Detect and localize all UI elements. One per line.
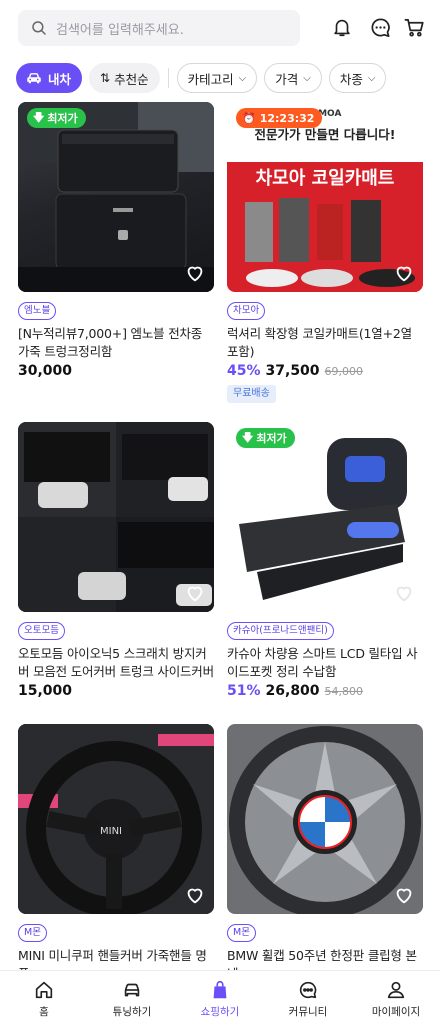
- lowest-price-label: 최저가: [256, 432, 287, 445]
- shop-tag[interactable]: 오토모듬: [18, 622, 65, 640]
- alarm-clock-icon: ⏰: [242, 111, 256, 125]
- product-card[interactable]: 오토모듬 오토모듬 아이오닉5 스크래치 방지커버 모음전 도어커버 트렁크 사…: [18, 422, 214, 699]
- price-row: 30,000: [18, 363, 214, 379]
- community-icon: [299, 981, 317, 999]
- discount-rate: 45%: [227, 363, 261, 379]
- nav-community-label: 커뮤니티: [288, 1006, 328, 1018]
- sort-arrows-icon: ⇅: [100, 71, 111, 85]
- product-title[interactable]: BMW 휠캡 50주년 한정판 클립형 본넷: [227, 947, 423, 970]
- shop-tag[interactable]: M몬: [227, 924, 256, 942]
- original-price: 69,000: [324, 365, 364, 378]
- car-icon: [27, 73, 41, 84]
- nav-mypage-label: 마이페이지: [371, 1006, 421, 1018]
- nav-tuning-label: 튜닝하기: [112, 1006, 152, 1018]
- product-image[interactable]: 🡇 최저가: [227, 422, 423, 612]
- heart-icon[interactable]: [184, 262, 206, 284]
- nav-tuning[interactable]: 튜닝하기: [88, 971, 176, 1022]
- price: 30,000: [18, 363, 73, 379]
- product-title[interactable]: [N누적리뷰7,000+] 엠노블 전차종 가죽 트렁크정리함: [18, 325, 214, 361]
- shop-tag[interactable]: 카슈아(프로나드앤팬티): [227, 622, 334, 640]
- price-row: 51% 26,800 54,800: [227, 683, 423, 699]
- discount-rate: 51%: [227, 683, 261, 699]
- car-icon: [124, 983, 140, 997]
- price-row: 45% 37,500 69,000: [227, 363, 423, 379]
- product-image[interactable]: 🡇 최저가: [18, 102, 214, 292]
- category-label: 카테고리: [187, 71, 234, 87]
- sort-label: 추천순: [114, 71, 149, 87]
- nav-home-label: 홈: [39, 1006, 49, 1018]
- product-image[interactable]: MINI: [18, 724, 214, 914]
- price-label: 가격: [275, 71, 299, 87]
- banner-title: 차모아 코일카매트: [255, 168, 395, 189]
- product-image[interactable]: [18, 422, 214, 612]
- product-card[interactable]: MINI M몬 MINI 미니쿠퍼 핸들커버 가죽핸들 명품: [18, 724, 214, 970]
- lowest-price-badge: 🡇 최저가: [236, 428, 295, 448]
- product-image[interactable]: [227, 724, 423, 914]
- shop-tag[interactable]: 엠노블: [18, 302, 57, 320]
- bottom-navigation: 홈 튜닝하기 쇼핑하기 커뮤니티 마이페이지: [0, 970, 440, 1022]
- chevron-down-icon: ⌵: [303, 72, 311, 84]
- timer-text: 12:23:32: [259, 111, 315, 125]
- heart-icon[interactable]: [184, 884, 206, 906]
- chat-icon[interactable]: [367, 14, 393, 40]
- original-price: 54,800: [324, 685, 364, 698]
- timer-badge: ⏰ 12:23:32: [236, 108, 323, 128]
- car-type-label: 차종: [339, 71, 363, 87]
- chevron-down-icon: ⌵: [367, 72, 376, 84]
- product-card[interactable]: M몬 BMW 휠캡 50주년 한정판 클립형 본넷: [227, 724, 423, 970]
- my-car-label: 내차: [48, 71, 72, 87]
- filter-divider: [167, 68, 169, 88]
- free-shipping-badge: 무료배송: [227, 385, 276, 403]
- nav-home[interactable]: 홈: [0, 971, 88, 1022]
- home-icon: [35, 981, 53, 999]
- shop-tag[interactable]: 차모아: [227, 302, 266, 320]
- product-title[interactable]: MINI 미니쿠퍼 핸들커버 가죽핸들 명품: [18, 947, 214, 970]
- heart-icon[interactable]: [393, 262, 415, 284]
- product-title[interactable]: 카슈아 차량용 스마트 LCD 릴타입 사이드포켓 정리 수납함: [227, 645, 423, 681]
- sort-chip[interactable]: ⇅ 추천순: [89, 63, 160, 93]
- down-arrow-icon: 🡇: [242, 430, 254, 444]
- product-card[interactable]: 🡇 최저가 카슈아(프로나드앤팬티) 카슈아 차량용 스마트 LCD 릴타입 사…: [227, 422, 423, 699]
- shopping-bag-icon: [213, 980, 227, 999]
- product-card[interactable]: CHAMOA 전문가가 만들면 다릅니다! 차모아 코일카매트 ⏰ 12:23:…: [227, 102, 423, 403]
- my-car-chip[interactable]: 내차: [16, 63, 83, 93]
- shop-tag[interactable]: M몬: [18, 924, 47, 942]
- price: 37,500: [265, 363, 320, 379]
- price: 26,800: [265, 683, 320, 699]
- product-title[interactable]: 럭셔리 확장형 코일카매트(1열+2열포함): [227, 325, 423, 361]
- user-icon: [387, 981, 405, 999]
- svg-text:MINI: MINI: [100, 826, 122, 837]
- heart-icon[interactable]: [393, 884, 415, 906]
- category-dropdown[interactable]: 카테고리 ⌵: [176, 63, 258, 93]
- nav-community[interactable]: 커뮤니티: [264, 971, 352, 1022]
- lowest-price-badge: 🡇 최저가: [27, 108, 86, 128]
- price-dropdown[interactable]: 가격 ⌵: [264, 63, 322, 93]
- cart-icon[interactable]: [401, 14, 427, 40]
- nav-mypage[interactable]: 마이페이지: [352, 971, 440, 1022]
- chevron-down-icon: ⌵: [238, 72, 247, 84]
- price-row: 15,000: [18, 683, 214, 699]
- nav-shopping[interactable]: 쇼핑하기: [176, 971, 264, 1022]
- filter-bar: 내차 ⇅ 추천순 카테고리 ⌵ 가격 ⌵ 차종 ⌵: [0, 60, 440, 96]
- down-arrow-icon: 🡇: [33, 110, 45, 124]
- search-bar[interactable]: 검색어를 입력해주세요.: [18, 10, 300, 46]
- top-header: 검색어를 입력해주세요.: [0, 0, 440, 58]
- product-image[interactable]: CHAMOA 전문가가 만들면 다릅니다! 차모아 코일카매트 ⏰ 12:23:…: [227, 102, 423, 292]
- product-title[interactable]: 오토모듬 아이오닉5 스크래치 방지커버 모음전 도어커버 트렁크 사이드커버 …: [18, 645, 214, 681]
- nav-shopping-label: 쇼핑하기: [200, 1006, 240, 1018]
- heart-icon[interactable]: [393, 582, 415, 604]
- heart-icon[interactable]: [184, 582, 206, 604]
- search-placeholder: 검색어를 입력해주세요.: [56, 22, 184, 38]
- search-icon: [32, 21, 46, 35]
- product-grid: 🡇 최저가 엠노블 [N누적리뷰7,000+] 엠노블 전차종 가죽 트렁크정리…: [0, 102, 440, 970]
- price: 15,000: [18, 683, 73, 699]
- lowest-price-label: 최저가: [47, 112, 78, 125]
- car-type-dropdown[interactable]: 차종 ⌵: [328, 63, 387, 93]
- bell-icon[interactable]: [329, 14, 355, 40]
- product-card[interactable]: 🡇 최저가 엠노블 [N누적리뷰7,000+] 엠노블 전차종 가죽 트렁크정리…: [18, 102, 214, 379]
